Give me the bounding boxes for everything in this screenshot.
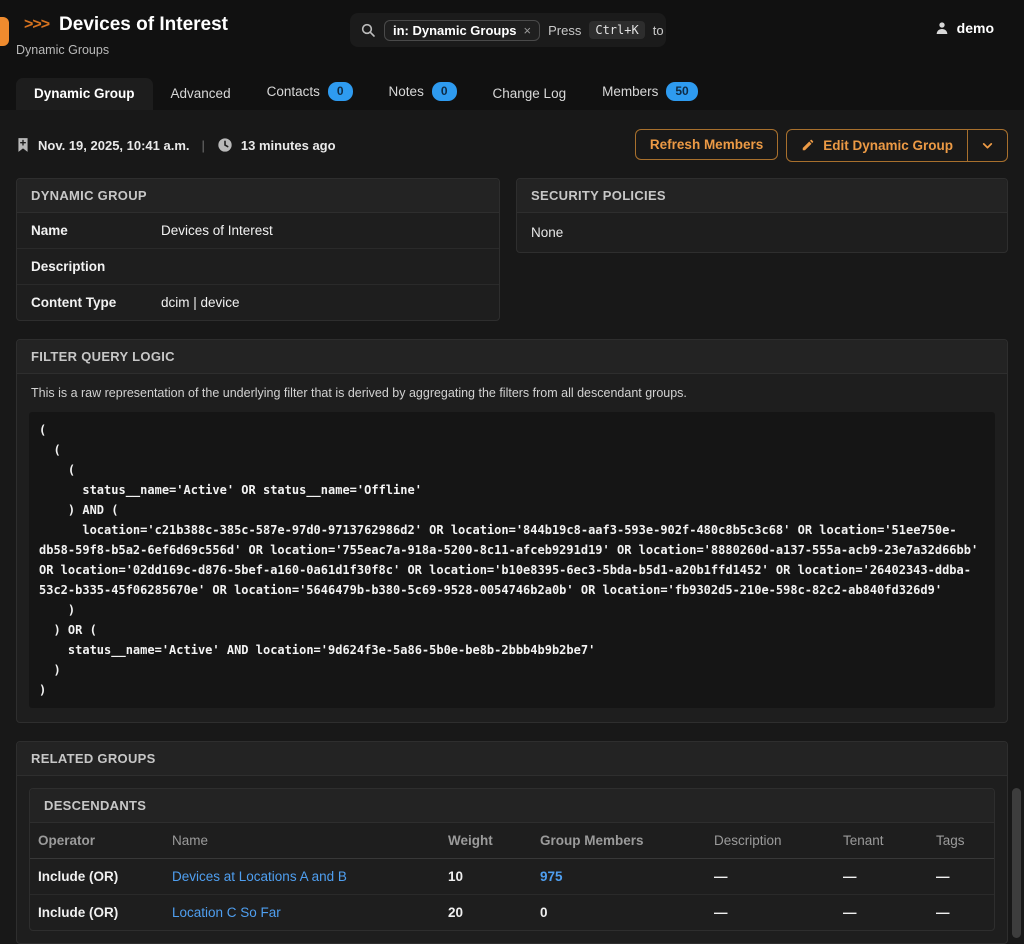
table-header-row: Operator Name Weight Group Members Descr… [30,823,994,859]
attr-value: dcim | device [161,295,240,310]
page-title: Devices of Interest [59,14,228,36]
tab-label: Change Log [493,86,567,101]
cell-tags: — [928,895,994,931]
cell-tenant: — [835,895,928,931]
remove-token-icon[interactable]: × [524,23,532,38]
edit-dynamic-group-button[interactable]: Edit Dynamic Group [787,130,967,161]
meta-separator: | [202,138,205,153]
tab-label: Advanced [171,86,231,101]
tab-change-log[interactable]: Change Log [475,78,585,110]
cell-tags: — [928,859,994,895]
tab-notes[interactable]: Notes 0 [371,74,475,110]
attr-value: Devices of Interest [161,223,273,238]
cell-weight: 10 [440,859,532,895]
col-name: Name [164,823,440,859]
filter-query-logic-panel: FILTER QUERY LOGIC This is a raw represe… [16,339,1008,723]
user-menu[interactable]: demo [934,20,994,36]
col-tenant: Tenant [835,823,928,859]
cell-description: — [706,895,835,931]
security-policies-panel: SECURITY POLICIES None [516,178,1008,253]
search-filter-token-label: in: Dynamic Groups [393,23,517,38]
attr-label: Description [31,259,161,274]
detail-tabs: Dynamic Group Advanced Contacts 0 Notes … [0,76,1024,110]
tab-label: Dynamic Group [34,86,135,101]
tab-label: Contacts [267,84,320,99]
created-bookmark-icon [16,137,30,153]
search-hint-suffix: to se [653,23,666,38]
search-filter-token[interactable]: in: Dynamic Groups × [384,20,540,41]
refresh-members-button[interactable]: Refresh Members [635,129,778,160]
col-group-members: Group Members [532,823,706,859]
table-row: Include (OR) Devices at Locations A and … [30,859,994,895]
tab-label: Notes [389,84,424,99]
table-row: Include (OR) Location C So Far 20 0 — — … [30,895,994,931]
cell-tenant: — [835,859,928,895]
descendants-table: Operator Name Weight Group Members Descr… [30,823,994,930]
col-weight: Weight [440,823,532,859]
cell-operator: Include (OR) [30,859,164,895]
related-groups-title: RELATED GROUPS [17,742,1007,776]
tab-dynamic-group[interactable]: Dynamic Group [16,78,153,110]
descendants-title: DESCENDANTS [30,789,994,823]
main-content: Nov. 19, 2025, 10:41 a.m. | 13 minutes a… [0,110,1024,944]
edit-split-button: Edit Dynamic Group [786,129,1008,162]
group-link[interactable]: Location C So Far [172,905,281,920]
members-count-badge: 50 [666,82,697,101]
search-icon [360,22,376,38]
filter-query-logic-title: FILTER QUERY LOGIC [17,340,1007,374]
contacts-count-badge: 0 [328,82,353,101]
created-timestamp: Nov. 19, 2025, 10:41 a.m. [38,138,190,153]
col-description: Description [706,823,835,859]
filter-query-code: ( ( ( status__name='Active' OR status__n… [29,412,995,708]
tab-members[interactable]: Members 50 [584,74,716,110]
vertical-scrollbar-thumb[interactable] [1012,788,1021,938]
updated-clock-icon [217,137,233,153]
attr-row-content-type: Content Type dcim | device [17,285,499,320]
attr-row-name: Name Devices of Interest [17,213,499,249]
col-operator: Operator [30,823,164,859]
notes-count-badge: 0 [432,82,457,101]
attr-label: Content Type [31,295,161,310]
global-search[interactable]: in: Dynamic Groups × Press Ctrl+K to se [350,13,666,47]
group-members-link[interactable]: 975 [540,869,563,884]
breadcrumb[interactable]: Dynamic Groups [16,43,228,57]
descendants-panel: DESCENDANTS Operator Name Weight Group M… [29,788,995,931]
dynamic-group-panel-title: DYNAMIC GROUP [17,179,499,213]
pencil-icon [801,138,815,152]
col-tags: Tags [928,823,994,859]
security-policies-value: None [517,213,1007,252]
cell-weight: 20 [440,895,532,931]
edit-button-label: Edit Dynamic Group [823,138,953,153]
cell-description: — [706,859,835,895]
edit-dropdown-button[interactable] [967,130,1007,161]
attr-label: Name [31,223,161,238]
filter-query-description: This is a raw representation of the unde… [17,374,1007,402]
tab-contacts[interactable]: Contacts 0 [249,74,371,110]
cell-operator: Include (OR) [30,895,164,931]
search-kbd-shortcut: Ctrl+K [589,21,644,39]
tab-advanced[interactable]: Advanced [153,78,249,110]
dynamic-group-panel: DYNAMIC GROUP Name Devices of Interest D… [16,178,500,321]
search-hint-press: Press [548,23,581,38]
cell-group-members: 0 [532,895,706,931]
related-groups-panel: RELATED GROUPS DESCENDANTS Operator Name… [16,741,1008,944]
user-icon [934,20,950,36]
breadcrumb-chevrons-icon: >>> [24,16,49,34]
sidebar-toggle-flag[interactable] [0,17,9,46]
tab-label: Members [602,84,658,99]
chevron-down-icon [981,139,994,152]
top-header: >>> Devices of Interest Dynamic Groups i… [0,0,1024,76]
attr-row-description: Description [17,249,499,285]
security-policies-panel-title: SECURITY POLICIES [517,179,1007,213]
group-link[interactable]: Devices at Locations A and B [172,869,347,884]
username: demo [957,20,994,36]
updated-relative-time: 13 minutes ago [241,138,336,153]
